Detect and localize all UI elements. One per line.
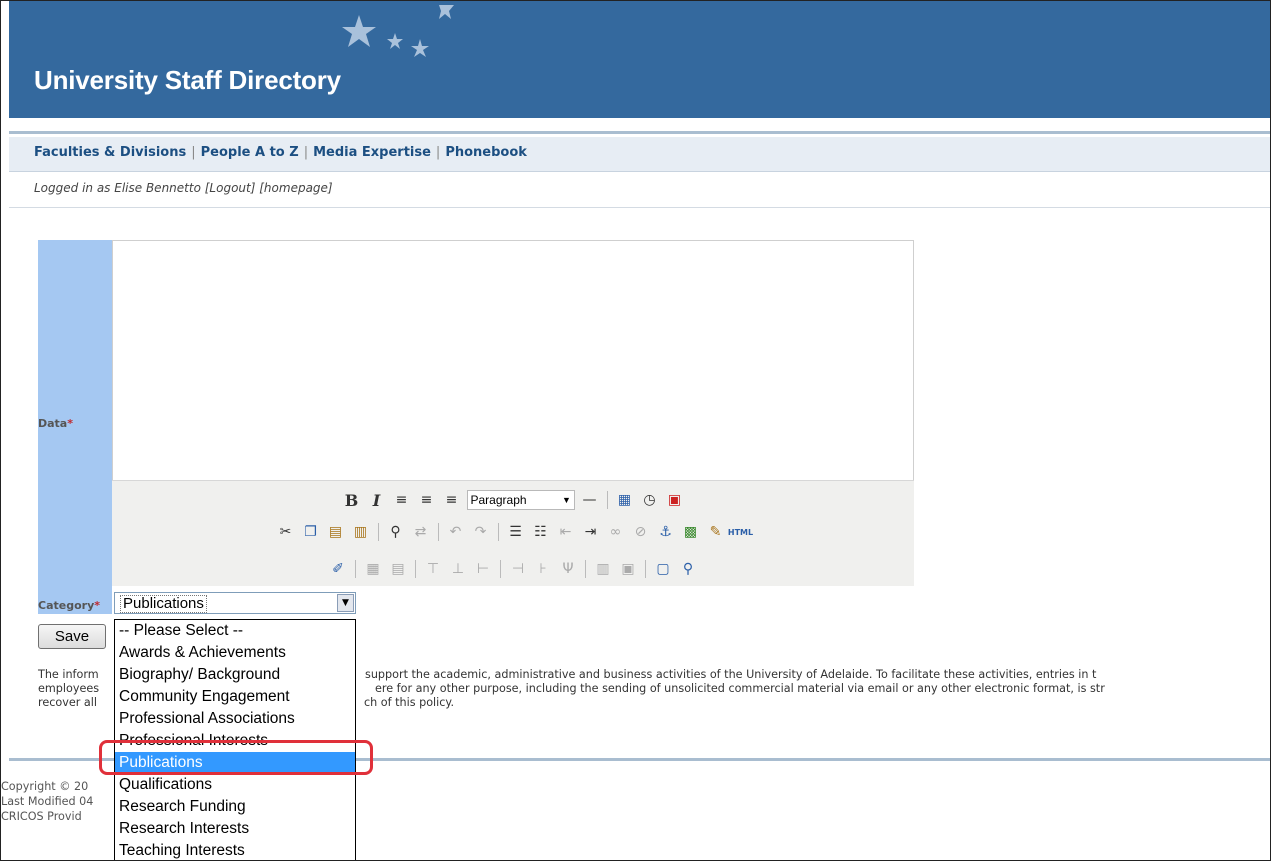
- nav-link-faculties-divisions[interactable]: Faculties & Divisions: [34, 145, 186, 160]
- policy-line: recover all: [38, 696, 97, 709]
- cleanup-icon[interactable]: ✎: [706, 522, 726, 542]
- copyright-text: Copyright © 20: [1, 780, 89, 793]
- link-icon[interactable]: ∞: [606, 522, 626, 542]
- bullet-list-icon[interactable]: ☰: [506, 522, 526, 542]
- policy-line: employees: [38, 682, 100, 695]
- logout-link[interactable]: [Logout]: [205, 181, 256, 195]
- preview-icon[interactable]: ⚲: [678, 559, 698, 579]
- dropdown-option[interactable]: Community Engagement: [115, 686, 355, 708]
- col-before-icon[interactable]: ⊣: [508, 559, 528, 579]
- policy-line: ere for any other purpose, including the…: [375, 682, 1105, 695]
- split-cells-icon[interactable]: ▥: [593, 559, 613, 579]
- delete-col-icon[interactable]: Ψ: [558, 559, 578, 579]
- logged-in-text: Logged in as Elise Bennetto: [34, 181, 201, 195]
- stars-logo-icon: [342, 5, 454, 57]
- image-icon[interactable]: ▩: [681, 522, 701, 542]
- insert-date-icon[interactable]: ▦: [615, 490, 635, 510]
- toolbar-separator: [355, 560, 356, 578]
- session-info: Logged in as Elise Bennetto [Logout] [ho…: [34, 181, 333, 195]
- paste-word-icon[interactable]: ▣: [665, 490, 685, 510]
- delete-row-icon[interactable]: ⊢: [473, 559, 493, 579]
- toolbar-separator: [606, 491, 608, 509]
- align-right-icon[interactable]: ≡: [442, 490, 462, 510]
- data-rich-text-editor[interactable]: [112, 240, 914, 482]
- col-after-icon[interactable]: ⊦: [533, 559, 553, 579]
- dropdown-option[interactable]: Research Interests: [115, 818, 355, 840]
- table-props-icon[interactable]: ▤: [388, 559, 408, 579]
- copy-icon[interactable]: ❐: [301, 522, 321, 542]
- indent-icon[interactable]: ⇥: [581, 522, 601, 542]
- toolbar-separator: [415, 560, 416, 578]
- table-icon[interactable]: ▦: [363, 559, 383, 579]
- horizontal-rule-icon[interactable]: —: [580, 490, 600, 510]
- paste-icon[interactable]: ▤: [326, 522, 346, 542]
- undo-icon[interactable]: ↶: [446, 522, 466, 542]
- bold-icon[interactable]: B: [342, 490, 362, 510]
- format-select[interactable]: Paragraph ▼: [466, 490, 575, 510]
- dropdown-option[interactable]: Biography/ Background: [115, 664, 355, 686]
- dropdown-option[interactable]: -- Please Select --: [115, 620, 355, 642]
- page-frame: University Staff Directory Faculties & D…: [0, 0, 1271, 861]
- policy-line: The inform: [38, 668, 99, 681]
- html-source-icon[interactable]: HTML: [728, 522, 753, 542]
- divider: [9, 131, 1270, 134]
- insert-time-icon[interactable]: ◷: [640, 490, 660, 510]
- main-nav: Faculties & Divisions | People A to Z | Medi…: [9, 137, 1270, 172]
- site-title: University Staff Directory: [34, 65, 341, 95]
- homepage-link[interactable]: [homepage]: [259, 181, 332, 195]
- divider: [9, 207, 1270, 208]
- row-before-icon[interactable]: ⊤: [423, 559, 443, 579]
- paste-text-icon[interactable]: ▥: [351, 522, 371, 542]
- annotation-highlight: [99, 740, 373, 775]
- row-after-icon[interactable]: ⊥: [448, 559, 468, 579]
- cricos-text: CRICOS Provid: [1, 810, 82, 823]
- toolbar-separator: [497, 523, 499, 541]
- last-modified-text: Last Modified 04: [1, 795, 94, 808]
- dropdown-option[interactable]: Qualifications: [115, 774, 355, 796]
- align-left-icon[interactable]: ≡: [392, 490, 412, 510]
- chevron-down-icon: ▼: [562, 495, 571, 505]
- find-icon[interactable]: ⚲: [386, 522, 406, 542]
- numbered-list-icon[interactable]: ☷: [531, 522, 551, 542]
- nav-separator: |: [303, 145, 309, 160]
- replace-icon[interactable]: ⇄: [411, 522, 431, 542]
- nav-separator: |: [191, 145, 196, 160]
- italic-icon[interactable]: I: [367, 490, 387, 510]
- nav-link-phonebook[interactable]: Phonebook: [445, 145, 527, 160]
- toolbar-separator: [585, 560, 586, 578]
- toolbar-separator: [437, 523, 439, 541]
- chevron-down-icon[interactable]: ▼: [337, 594, 354, 612]
- merge-cells-icon[interactable]: ▣: [618, 559, 638, 579]
- unlink-icon[interactable]: ⊘: [631, 522, 651, 542]
- category-select[interactable]: Publications ▼: [114, 592, 356, 614]
- policy-line: support the academic, administrative and…: [365, 668, 1097, 681]
- nav-link-people-a-to-z[interactable]: People A to Z: [201, 145, 299, 160]
- fullscreen-icon[interactable]: ▢: [653, 559, 673, 579]
- dropdown-option[interactable]: Awards & Achievements: [115, 642, 355, 664]
- category-selected-value: Publications: [120, 595, 207, 613]
- site-header: University Staff Directory: [9, 1, 1270, 118]
- align-center-icon[interactable]: ≡: [417, 490, 437, 510]
- redo-icon[interactable]: ↷: [471, 522, 491, 542]
- cut-icon[interactable]: ✂: [276, 522, 296, 542]
- nav-link-media-expertise[interactable]: Media Expertise: [313, 145, 431, 160]
- toolbar-separator: [645, 560, 646, 578]
- dropdown-option[interactable]: Professional Associations: [115, 708, 355, 730]
- outdent-icon[interactable]: ⇤: [556, 522, 576, 542]
- policy-line: ch of this policy.: [364, 696, 455, 709]
- editor-toolbar: B I ≡ ≡ ≡ Paragraph ▼ — ▦ ◷ ▣ ✂ ❐ ▤ ▥ ⚲ ⇄…: [112, 480, 914, 586]
- dropdown-option[interactable]: Research Funding: [115, 796, 355, 818]
- toolbar-separator: [377, 523, 379, 541]
- nav-separator: |: [435, 145, 441, 160]
- edit-icon[interactable]: ✐: [328, 559, 348, 579]
- toolbar-separator: [500, 560, 501, 578]
- save-button[interactable]: Save: [38, 624, 106, 649]
- data-field-label: Data*: [38, 417, 74, 430]
- required-marker: *: [94, 599, 101, 612]
- anchor-icon[interactable]: ⚓: [656, 522, 676, 542]
- category-field-label: Category*: [38, 599, 101, 612]
- dropdown-option[interactable]: Teaching Interests: [115, 840, 355, 860]
- required-marker: *: [67, 417, 74, 430]
